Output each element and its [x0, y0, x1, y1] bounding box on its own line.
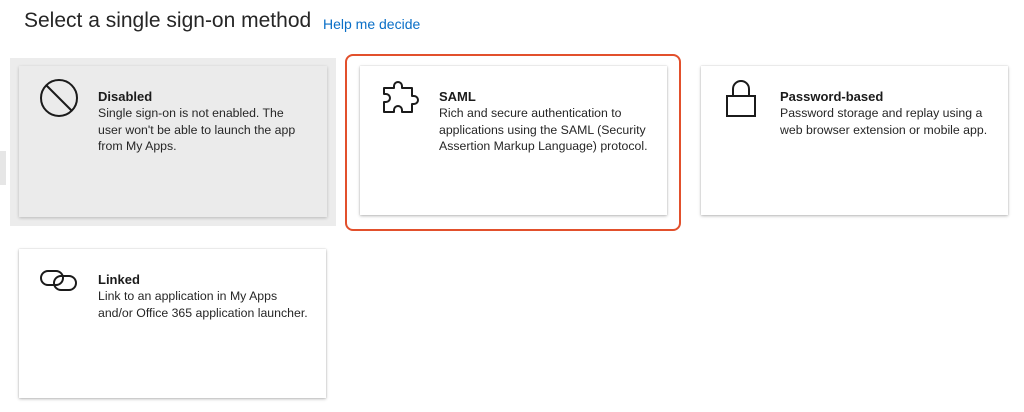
disabled-icon — [39, 78, 79, 118]
method-card-description: Single sign-on is not enabled. The user … — [98, 106, 296, 154]
method-card-title: Disabled — [98, 89, 153, 104]
method-card-description: Password storage and replay using a web … — [780, 106, 988, 137]
method-card-title: Linked — [98, 272, 140, 287]
help-me-decide-link[interactable]: Help me decide — [323, 16, 420, 32]
lock-icon — [721, 78, 761, 118]
scroll-handle[interactable] — [0, 151, 6, 185]
method-card-disabled[interactable]: Disabled Single sign-on is not enabled. … — [19, 66, 327, 217]
method-card-title: Password-based — [780, 89, 884, 104]
page-title: Select a single sign-on method — [24, 9, 312, 32]
method-card-password-based[interactable]: Password-based Password storage and repl… — [701, 66, 1008, 215]
link-icon — [39, 259, 79, 299]
method-card-description: Link to an application in My Apps and/or… — [98, 289, 308, 320]
saml-highlight-outline — [345, 54, 681, 231]
method-card-linked[interactable]: Linked Link to an application in My Apps… — [19, 249, 326, 398]
